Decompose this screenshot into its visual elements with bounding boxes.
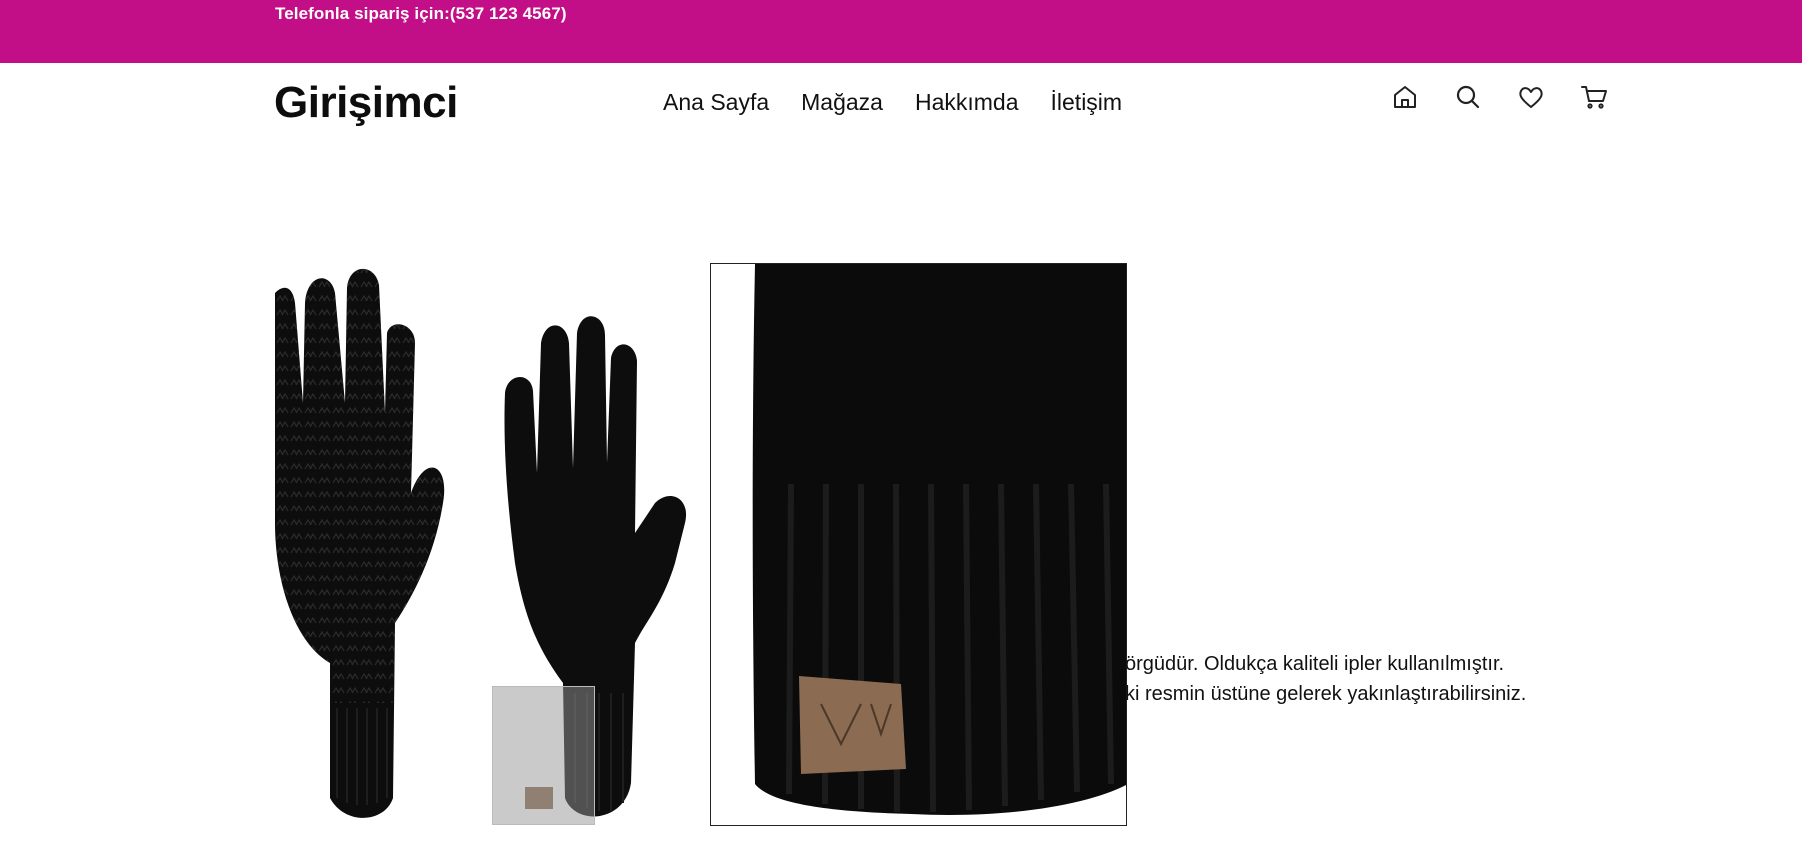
description-line: ki resmin üstüne gelerek yakınlaştırabil…	[1125, 683, 1527, 705]
top-announcement-bar: Telefonla sipariş için:(537 123 4567)	[0, 0, 1802, 63]
nav-about[interactable]: Hakkımda	[915, 87, 1019, 117]
main-nav: Ana Sayfa Mağaza Hakkımda İletişim	[663, 87, 1122, 117]
nav-shop[interactable]: Mağaza	[801, 87, 883, 117]
site-header: Girişimci Ana Sayfa Mağaza Hakkımda İlet…	[0, 63, 1802, 141]
description-line: örgüdür. Oldukça kaliteli ipler kullanıl…	[1125, 653, 1505, 675]
cart-icon[interactable]	[1579, 82, 1609, 112]
site-logo[interactable]: Girişimci	[274, 76, 458, 130]
heart-icon[interactable]	[1516, 82, 1546, 112]
product-image-gloves[interactable]	[275, 263, 691, 826]
gloves-illustration	[275, 268, 687, 818]
phone-order-text: Telefonla sipariş için:(537 123 4567)	[275, 4, 567, 23]
glove-cuff-closeup	[711, 264, 1126, 825]
zoom-lens[interactable]	[492, 686, 595, 825]
search-icon[interactable]	[1453, 82, 1483, 112]
product-description: örgüdür. Oldukça kaliteli ipler kullanıl…	[1125, 649, 1625, 709]
nav-home[interactable]: Ana Sayfa	[663, 87, 769, 117]
home-icon[interactable]	[1390, 82, 1420, 112]
header-icons	[1390, 82, 1609, 112]
nav-contact[interactable]: İletişim	[1051, 87, 1123, 117]
zoom-preview-panel	[710, 263, 1127, 826]
